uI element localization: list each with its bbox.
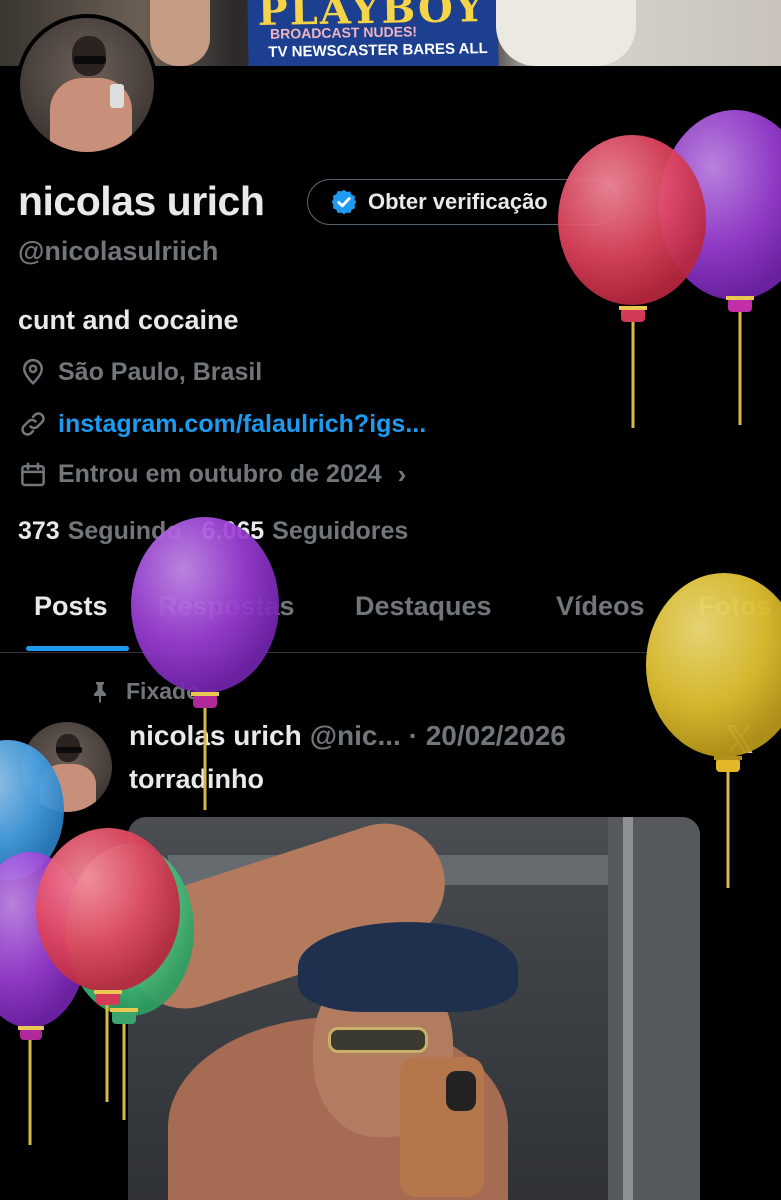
balloon-purple-top-right	[659, 110, 781, 425]
avatar-sunglasses	[74, 56, 106, 64]
post-avatar-sunglasses	[56, 747, 82, 753]
pinned-indicator: Fixado	[88, 678, 200, 705]
followers-count[interactable]: 6.065	[202, 517, 265, 546]
following-label[interactable]: Seguindo	[68, 517, 182, 546]
tab-replies[interactable]: Respostas	[158, 591, 295, 622]
joined-text: Entrou em outubro de 2024	[58, 460, 382, 488]
profile-website[interactable]: instagram.com/falaulrich?igs...	[18, 409, 426, 439]
pinned-label: Fixado	[126, 678, 201, 704]
post-avatar-torso	[40, 764, 96, 812]
profile-handle: @nicolasulriich	[18, 236, 219, 266]
profile-avatar[interactable]	[16, 14, 158, 156]
following-count[interactable]: 373	[18, 517, 60, 546]
post-author-meta[interactable]: @nic... · 20/02/2026	[310, 720, 566, 752]
photo-hat	[298, 922, 518, 1012]
get-verified-label: Obter verificação	[368, 189, 548, 214]
post-header: nicolas urich @nic... · 20/02/2026	[129, 720, 566, 752]
pin-icon	[94, 681, 106, 703]
photo-sunglasses	[328, 1027, 428, 1053]
location-text: São Paulo, Brasil	[58, 357, 263, 386]
profile-location: São Paulo, Brasil	[18, 357, 262, 387]
avatar-phone	[110, 84, 124, 108]
active-tab-indicator	[26, 646, 129, 651]
tab-photos[interactable]: Fotos	[698, 591, 772, 622]
banner-magazine: PLAYBOY BROADCAST NUDES! TV NEWSCASTER B…	[247, 0, 499, 66]
post-author-avatar[interactable]	[22, 722, 112, 812]
post-text: torradinho	[129, 764, 264, 794]
post-media-photo[interactable]	[128, 817, 700, 1200]
photo-door	[608, 817, 700, 1200]
tab-highlights[interactable]: Destaques	[355, 591, 492, 622]
profile-bio: cunt and cocaine	[18, 305, 239, 335]
tab-videos[interactable]: Vídeos	[556, 591, 645, 622]
followers-label[interactable]: Seguidores	[272, 517, 408, 546]
profile-tabs: Posts Respostas Destaques Vídeos Fotos	[0, 583, 781, 653]
website-link-text[interactable]: instagram.com/falaulrich?igs...	[58, 410, 426, 439]
photo-phone-camera	[446, 1071, 476, 1111]
verified-badge-icon	[331, 189, 357, 215]
follow-stats: 373 Seguindo 6.065 Seguidores	[18, 517, 420, 546]
x-logo-icon: 𝕏	[724, 718, 755, 762]
chevron-right-icon: ›	[397, 459, 407, 489]
photo-door-edge	[623, 817, 633, 1200]
post-author-name[interactable]: nicolas urich	[129, 720, 302, 752]
calendar-icon	[21, 462, 45, 486]
magazine-subline: TV NEWSCASTER BARES ALL	[268, 40, 488, 61]
tab-posts[interactable]: Posts	[34, 591, 108, 622]
magazine-headline: BROADCAST NUDES!	[269, 23, 418, 42]
link-icon	[21, 412, 45, 436]
get-verified-button[interactable]: Obter verificação	[307, 179, 619, 225]
profile-display-name: nicolas urich	[18, 178, 265, 224]
balloon-purple-lower-left	[0, 852, 88, 1145]
banner-sweater	[496, 0, 636, 66]
banner-hand	[150, 0, 210, 66]
location-pin-icon	[22, 358, 44, 385]
profile-joined[interactable]: Entrou em outubro de 2024 ›	[18, 459, 406, 490]
